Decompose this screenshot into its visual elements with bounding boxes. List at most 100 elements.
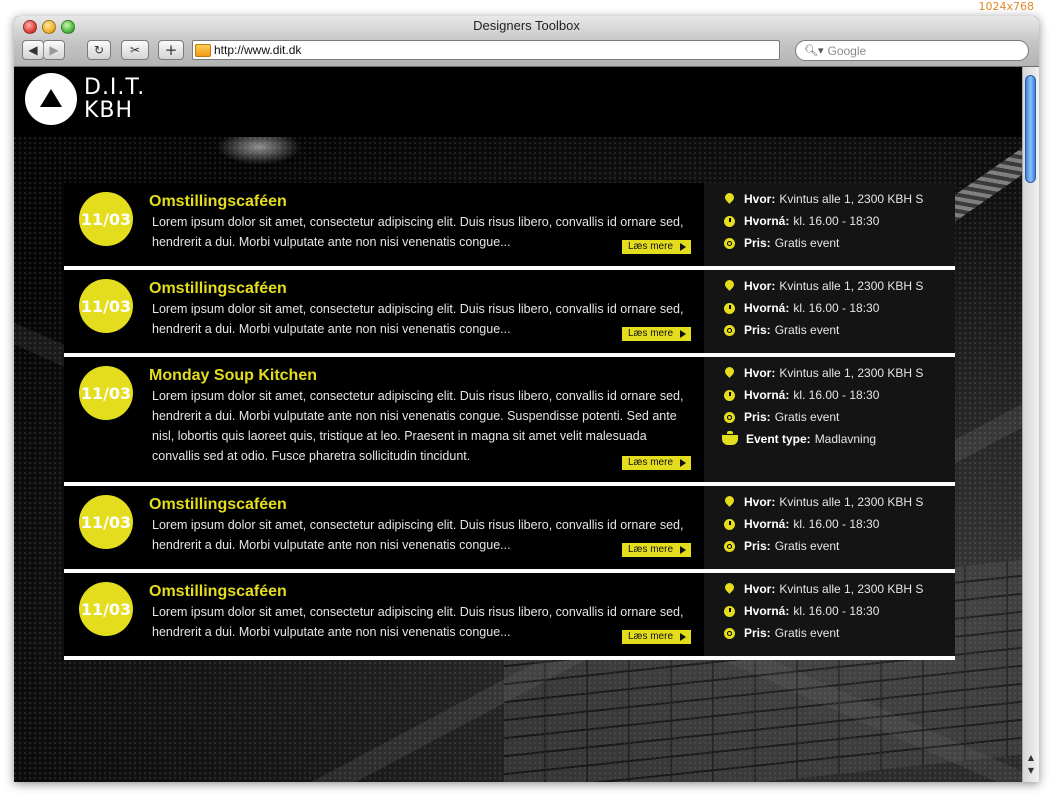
event-price: Pris: Gratis event xyxy=(724,319,955,341)
clock-icon xyxy=(724,605,735,617)
price-label: Pris: xyxy=(744,236,771,250)
add-bookmark-button[interactable]: + xyxy=(158,40,184,60)
event-main: 11/03 Omstillingscaféen Lorem ipsum dolor … xyxy=(64,183,704,266)
logo-line-1: D.I.T. xyxy=(84,75,146,100)
event-date-badge: 11/03 xyxy=(79,582,133,636)
address-url: http://www.dit.dk xyxy=(214,43,302,57)
event-info-panel: Hvor: Kvintus alle 1, 2300 KBH S Hvorná: kl… xyxy=(704,486,955,569)
scroll-down-arrow-icon[interactable]: ▼ xyxy=(1023,764,1039,778)
resolution-label: 1024x768 xyxy=(978,0,1035,13)
read-more-label: Læs mere xyxy=(627,328,673,339)
event-time: Hvorná: kl. 16.00 - 18:30 xyxy=(724,384,955,406)
read-more-label: Læs mere xyxy=(627,631,673,642)
price-coin-icon xyxy=(724,324,735,336)
event-price: Pris: Gratis event xyxy=(724,535,955,557)
event-item: 11/03 Omstillingscaféen Lorem ipsum dolor … xyxy=(64,183,955,270)
price-value: Gratis event xyxy=(774,539,840,553)
when-value: kl. 16.00 - 18:30 xyxy=(793,604,880,618)
price-label: Pris: xyxy=(744,323,771,337)
event-title[interactable]: Omstillingscaféen xyxy=(149,581,704,602)
play-arrow-icon xyxy=(680,243,686,251)
event-title[interactable]: Omstillingscaféen xyxy=(149,494,704,515)
site-logo[interactable]: D.I.T. KBH xyxy=(25,73,145,125)
clock-icon xyxy=(724,215,735,227)
event-date-badge: 11/03 xyxy=(79,366,133,420)
event-date-badge: 11/03 xyxy=(79,279,133,333)
price-coin-icon xyxy=(724,627,735,639)
event-description: Lorem ipsum dolor sit amet, consectetur … xyxy=(152,518,684,552)
read-more-button[interactable]: Læs mere xyxy=(621,456,691,470)
event-date-badge: 11/03 xyxy=(79,192,133,246)
play-arrow-icon xyxy=(680,459,686,467)
where-value: Kvintus alle 1, 2300 KBH S xyxy=(779,495,924,509)
price-label: Pris: xyxy=(744,410,771,424)
read-more-label: Læs mere xyxy=(627,544,673,555)
search-field[interactable]: 🔍︎▾ Google xyxy=(795,40,1029,61)
price-value: Gratis event xyxy=(774,236,840,250)
event-info-panel: Hvor: Kvintus alle 1, 2300 KBH S Hvorná: kl… xyxy=(704,573,955,656)
clock-icon xyxy=(724,302,735,314)
price-value: Gratis event xyxy=(774,410,840,424)
event-main: 11/03 Omstillingscaféen Lorem ipsum dolor … xyxy=(64,573,704,656)
event-description: Lorem ipsum dolor sit amet, consectetur … xyxy=(152,302,684,336)
when-label: Hvorná: xyxy=(744,604,790,618)
where-value: Kvintus alle 1, 2300 KBH S xyxy=(779,192,924,206)
search-placeholder: Google xyxy=(827,43,867,58)
where-value: Kvintus alle 1, 2300 KBH S xyxy=(779,279,924,293)
price-value: Gratis event xyxy=(774,626,840,640)
event-price: Pris: Gratis event xyxy=(724,232,955,254)
where-label: Hvor: xyxy=(744,495,776,509)
event-type-value: Madlavning xyxy=(814,432,877,446)
event-location: Hvor: Kvintus alle 1, 2300 KBH S xyxy=(723,578,955,600)
event-title[interactable]: Omstillingscaféen xyxy=(149,191,704,212)
location-pin-icon xyxy=(723,278,736,291)
read-more-button[interactable]: Læs mere xyxy=(621,630,691,644)
price-coin-icon xyxy=(724,411,735,423)
event-list: 11/03 Omstillingscaféen Lorem ipsum dolor … xyxy=(64,183,955,660)
event-main: 11/03 Monday Soup Kitchen Lorem ipsum dolo… xyxy=(64,357,704,482)
when-value: kl. 16.00 - 18:30 xyxy=(793,388,880,402)
event-item: 11/03 Omstillingscaféen Lorem ipsum dolor … xyxy=(64,573,955,660)
logo-circle-icon xyxy=(25,73,77,125)
read-more-button[interactable]: Læs mere xyxy=(621,240,691,254)
price-coin-icon xyxy=(724,540,735,552)
snippet-button[interactable]: ✂ xyxy=(121,40,149,60)
when-label: Hvorná: xyxy=(744,214,790,228)
scrollbar-thumb[interactable] xyxy=(1025,75,1036,183)
reload-button[interactable]: ↻ xyxy=(87,40,111,60)
address-bar[interactable]: http://www.dit.dk xyxy=(192,40,780,60)
window-title: Designers Toolbox xyxy=(473,18,580,33)
location-pin-icon xyxy=(723,365,736,378)
event-time: Hvorná: kl. 16.00 - 18:30 xyxy=(724,600,955,622)
where-label: Hvor: xyxy=(744,366,776,380)
location-pin-icon xyxy=(723,191,736,204)
vertical-scrollbar[interactable]: ▲ ▼ xyxy=(1022,67,1039,782)
where-label: Hvor: xyxy=(744,279,776,293)
logo-line-2: KBH xyxy=(84,98,134,123)
logo-text: D.I.T. KBH xyxy=(84,76,145,122)
event-date-badge: 11/03 xyxy=(79,495,133,549)
when-value: kl. 16.00 - 18:30 xyxy=(793,214,880,228)
event-item: 11/03 Omstillingscaféen Lorem ipsum dolor … xyxy=(64,486,955,573)
event-info-panel: Hvor: Kvintus alle 1, 2300 KBH S Hvorná: kl… xyxy=(704,183,955,266)
event-title[interactable]: Monday Soup Kitchen xyxy=(149,365,704,386)
site-favicon-icon xyxy=(195,43,211,57)
event-title[interactable]: Omstillingscaféen xyxy=(149,278,704,299)
play-arrow-icon xyxy=(680,330,686,338)
event-location: Hvor: Kvintus alle 1, 2300 KBH S xyxy=(723,188,955,210)
forward-button[interactable]: ▶ xyxy=(43,40,65,60)
back-button[interactable]: ◀ xyxy=(22,40,44,60)
when-label: Hvorná: xyxy=(744,301,790,315)
read-more-button[interactable]: Læs mere xyxy=(621,543,691,557)
price-value: Gratis event xyxy=(774,323,840,337)
logo-triangle-icon xyxy=(40,88,62,107)
location-pin-icon xyxy=(723,581,736,594)
event-time: Hvorná: kl. 16.00 - 18:30 xyxy=(724,297,955,319)
scissors-icon: ✂ xyxy=(129,43,141,57)
scroll-up-arrow-icon[interactable]: ▲ xyxy=(1023,751,1039,765)
where-value: Kvintus alle 1, 2300 KBH S xyxy=(779,366,924,380)
event-item: 11/03 Monday Soup Kitchen Lorem ipsum dolo… xyxy=(64,357,955,486)
read-more-button[interactable]: Læs mere xyxy=(621,327,691,341)
price-coin-icon xyxy=(724,237,735,249)
read-more-label: Læs mere xyxy=(627,457,673,468)
